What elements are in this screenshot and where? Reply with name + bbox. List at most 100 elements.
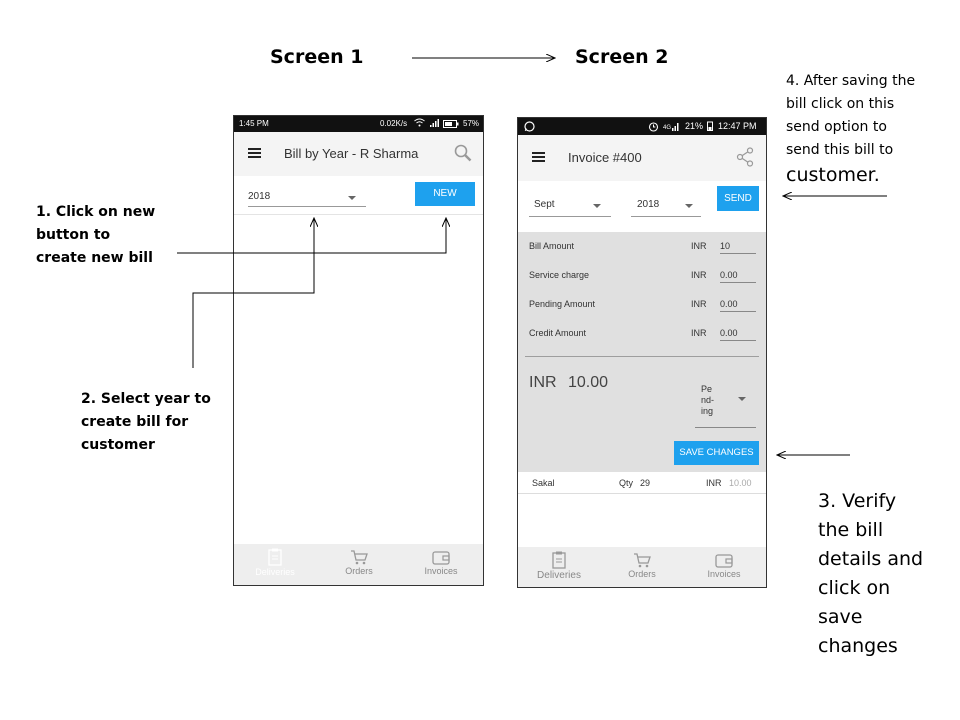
share-icon[interactable] — [736, 147, 754, 172]
status-dropdown[interactable]: Pe nd- ing — [695, 384, 756, 428]
nav-label: Orders — [345, 566, 373, 576]
credit-amount-field[interactable]: 0.00 — [720, 328, 756, 341]
year-value: 2018 — [248, 191, 271, 202]
year-dropdown[interactable]: 2018 — [631, 199, 701, 217]
total-currency: INR — [529, 374, 557, 391]
step3-note: 3. Verify the bill details and click on … — [818, 487, 923, 661]
bottom-nav: Deliveries Orders Invoices — [234, 544, 483, 585]
bill-amount-field[interactable]: 10 — [720, 241, 756, 254]
nav-deliveries[interactable]: Deliveries — [524, 551, 594, 581]
step3-line: 3. Verify — [818, 490, 897, 512]
cart-icon — [351, 550, 368, 565]
nav-orders[interactable]: Orders — [324, 550, 394, 576]
bill-amount-label: Bill Amount — [529, 241, 575, 251]
step4-line: bill click on this — [786, 96, 895, 112]
bottom-nav: Deliveries Orders Invoices — [518, 547, 766, 587]
signal-icon — [430, 119, 439, 129]
nav-invoices[interactable]: Invoices — [689, 553, 759, 579]
status-battery: 21% — [685, 121, 704, 131]
svg-text:4G: 4G — [663, 125, 671, 131]
screen2-heading: Screen 2 — [575, 46, 669, 68]
page-title: Bill by Year - R Sharma — [284, 146, 419, 161]
divider — [234, 214, 483, 215]
screen2-phone: 4G 21% 12:47 PM Invoice #400 Sept 2018 S… — [517, 117, 767, 588]
search-icon[interactable] — [454, 144, 472, 167]
step4-line: send this bill to — [786, 142, 894, 158]
step2-note: 2. Select year to create bill for custom… — [81, 388, 211, 457]
save-changes-button[interactable]: SAVE CHANGES — [674, 441, 759, 465]
send-button[interactable]: SEND — [717, 186, 759, 211]
step3-line: click on — [818, 577, 891, 599]
page-title: Invoice #400 — [568, 150, 642, 165]
nav-label: Orders — [628, 569, 656, 579]
nav-invoices[interactable]: Invoices — [406, 550, 476, 576]
step1-line: create new bill — [36, 250, 153, 266]
step4-line: customer. — [786, 164, 880, 186]
service-charge-label: Service charge — [529, 270, 590, 280]
chevron-down-icon — [348, 196, 356, 200]
pending-amount-field[interactable]: 0.00 — [720, 299, 756, 312]
new-button[interactable]: NEW — [415, 182, 475, 206]
step3-line: details and — [818, 548, 924, 570]
status-time: 12:47 PM — [718, 121, 757, 131]
status-text: nd- — [701, 395, 715, 405]
step4-note: 4. After saving the bill click on this s… — [786, 70, 915, 188]
item-currency: INR — [706, 478, 722, 488]
item-row[interactable]: Sakal Qty 29 INR 10.00 — [518, 472, 766, 494]
panel-divider — [525, 356, 759, 357]
nav-label: Invoices — [707, 569, 741, 579]
step4-line: 4. After saving the — [786, 73, 916, 89]
wallet-icon — [715, 554, 733, 568]
step3-line: changes — [818, 635, 898, 657]
step1-line: button to — [36, 227, 111, 243]
cart-icon — [634, 553, 651, 568]
month-dropdown[interactable]: Sept — [529, 199, 611, 217]
bill-panel: Bill Amount INR 10 Service charge INR 0.… — [518, 232, 766, 472]
service-charge-currency: INR — [691, 270, 707, 280]
clipboard-icon — [268, 548, 282, 566]
battery-icon — [707, 121, 713, 133]
item-amount: 10.00 — [729, 478, 752, 488]
total-amount: 10.00 — [568, 374, 609, 391]
clipboard-icon — [552, 551, 566, 569]
app-bar: Invoice #400 — [518, 135, 766, 181]
alarm-icon — [648, 121, 659, 134]
menu-icon[interactable] — [532, 152, 545, 162]
item-qty-label: Qty — [619, 478, 634, 488]
year-value: 2018 — [637, 199, 660, 210]
step4-line: send option to — [786, 119, 887, 135]
nav-deliveries[interactable]: Deliveries — [240, 548, 310, 577]
status-bar: 4G 21% 12:47 PM — [518, 118, 766, 135]
status-bar: 1:45 PM 0.02K/s 57% — [234, 116, 483, 132]
status-text: Pe — [701, 384, 713, 394]
battery-icon — [443, 120, 459, 130]
step2-line: 2. Select year to — [81, 391, 211, 407]
credit-amount-currency: INR — [691, 328, 707, 338]
step1-line: 1. Click on new — [36, 204, 156, 220]
step3-line: save — [818, 606, 863, 628]
step2-line: create bill for — [81, 414, 189, 430]
bill-amount-currency: INR — [691, 241, 707, 251]
nav-label: Invoices — [424, 566, 458, 576]
nav-orders[interactable]: Orders — [607, 553, 677, 579]
status-text: ing — [701, 406, 714, 416]
signal-icon: 4G — [663, 122, 679, 133]
item-name: Sakal — [532, 478, 555, 488]
nav-label: Deliveries — [255, 567, 295, 577]
screen1-phone: 1:45 PM 0.02K/s 57% Bill by Year - R Sha… — [233, 115, 484, 586]
chevron-down-icon — [685, 204, 693, 208]
status-battery: 57% — [463, 119, 480, 128]
chevron-down-icon — [738, 397, 746, 401]
app-bar: Bill by Year - R Sharma — [234, 132, 483, 176]
wallet-icon — [432, 551, 450, 565]
service-charge-field[interactable]: 0.00 — [720, 270, 756, 283]
status-speed: 0.02K/s — [380, 119, 408, 128]
pending-amount-label: Pending Amount — [529, 299, 596, 309]
year-dropdown[interactable]: 2018 — [248, 191, 366, 207]
step2-line: customer — [81, 437, 155, 453]
menu-icon[interactable] — [248, 148, 261, 158]
month-value: Sept — [534, 199, 555, 210]
pending-amount-currency: INR — [691, 299, 707, 309]
screen1-heading: Screen 1 — [270, 46, 364, 68]
wifi-icon — [414, 118, 425, 129]
